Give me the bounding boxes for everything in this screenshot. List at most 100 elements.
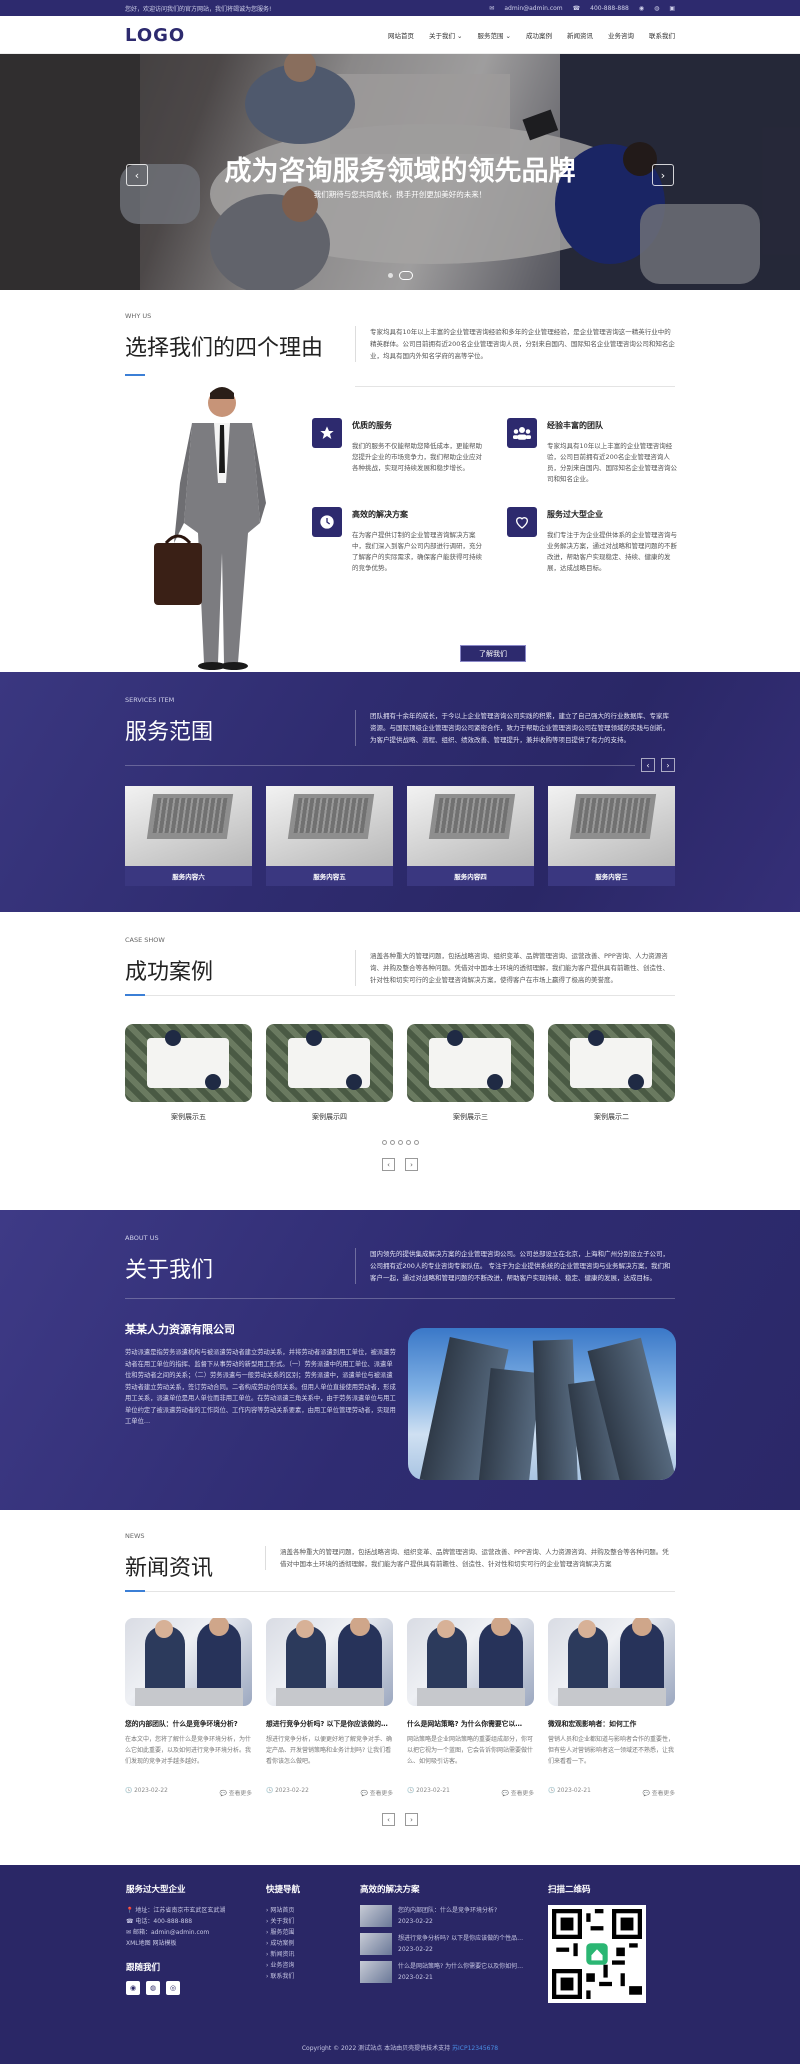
- weibo-icon[interactable]: ◉: [126, 1981, 140, 1995]
- nav-services[interactable]: 服务范围 ⌄: [477, 30, 511, 40]
- cart-icon[interactable]: ▣: [669, 5, 675, 12]
- footer-link[interactable]: › 服务范围: [266, 1927, 360, 1938]
- section-title: 关于我们: [125, 1258, 214, 1283]
- site-footer: 服务过大型企业 📍 地址：江苏省南京市玄武区玄武湖 ☎ 电话：400-888-8…: [0, 1865, 800, 2064]
- banner-dot-active[interactable]: [398, 271, 413, 280]
- service-image: [266, 786, 393, 866]
- topbar-phone: 400-888-888: [590, 4, 629, 12]
- service-card[interactable]: 服务内容四: [407, 786, 534, 886]
- banner-dot[interactable]: [387, 273, 393, 278]
- news-image: [125, 1618, 252, 1706]
- news-card[interactable]: 想进行竞争分析吗? 以下是你应该做的… 想进行竞争分析，以便更好地了解竞争对手、…: [266, 1618, 393, 1797]
- footer-link[interactable]: › 网站首页: [266, 1905, 360, 1916]
- section-en-title: ABOUT US: [125, 1234, 159, 1242]
- article-thumb: [360, 1933, 392, 1955]
- footer-article[interactable]: 您的内部团队：什么是竞争环境分析? 2023-02-22: [360, 1905, 548, 1927]
- news-image: [407, 1618, 534, 1706]
- nav-cases[interactable]: 成功案例: [526, 30, 552, 40]
- case-card[interactable]: 案例展示四: [266, 1024, 393, 1122]
- service-card[interactable]: 服务内容五: [266, 786, 393, 886]
- service-caption: 服务内容四: [407, 866, 534, 886]
- nav-home[interactable]: 网站首页: [388, 30, 414, 40]
- footer-link[interactable]: › 新闻资讯: [266, 1949, 360, 1960]
- case-caption: 案例展示二: [594, 1113, 629, 1121]
- news-card[interactable]: 什么是网站策略? 为什么你需要它以… 网站策略是企业网站策略的重要组成部分，你可…: [407, 1618, 534, 1797]
- banner-prev-button[interactable]: ‹: [126, 164, 148, 186]
- nav-news[interactable]: 新闻资讯: [567, 30, 593, 40]
- case-image: [548, 1024, 675, 1102]
- cases-prev-button[interactable]: ‹: [382, 1158, 395, 1171]
- news-title[interactable]: 想进行竞争分析吗? 以下是你应该做的…: [266, 1718, 393, 1728]
- qq-icon[interactable]: ◎: [166, 1981, 180, 1995]
- case-card[interactable]: 案例展示三: [407, 1024, 534, 1122]
- services-section: SERVICES ITEM 服务范围 团队拥有十余年的成长，于今以上企业管理咨询…: [0, 672, 800, 912]
- feature-item: 优质的服务 我们的服务不仅能帮助您降低成本，更能帮助您提升企业的市场竞争力，我们…: [312, 418, 487, 485]
- services-next-button[interactable]: ›: [661, 758, 675, 772]
- team-icon: [507, 418, 537, 448]
- site-logo[interactable]: LOGO: [125, 25, 185, 46]
- pager-dot[interactable]: [397, 1140, 403, 1145]
- nav-consult[interactable]: 业务咨询: [608, 30, 634, 40]
- feature-item: 服务过大型企业 我们专注于为企业提供体系的企业管理咨询与业务解决方案，通过对战略…: [507, 507, 682, 574]
- article-date: 2023-02-21: [398, 1974, 433, 1981]
- news-next-button[interactable]: ›: [405, 1813, 418, 1826]
- news-more-link[interactable]: 💬 查看更多: [361, 1788, 393, 1797]
- service-card[interactable]: 服务内容三: [548, 786, 675, 886]
- footer-article[interactable]: 想进行竞争分析吗? 以下是你应该做的个性品… 2023-02-22: [360, 1933, 548, 1955]
- news-title[interactable]: 微观和宏观影响者：如何工作: [548, 1718, 675, 1728]
- section-desc: 国内领先的提供集成解决方案的企业管理咨询公司。公司总部设立在北京，上海和广州分别…: [355, 1248, 675, 1284]
- footer-articles: 高效的解决方案 您的内部团队：什么是竞争环境分析? 2023-02-22 想进行竞…: [360, 1883, 548, 2003]
- case-card[interactable]: 案例展示五: [125, 1024, 252, 1122]
- footer-phone: ☎ 电话：400-888-888: [126, 1918, 193, 1925]
- news-title[interactable]: 什么是网站策略? 为什么你需要它以…: [407, 1718, 534, 1728]
- wechat-icon[interactable]: ◍: [654, 5, 659, 12]
- section-desc: 涵盖各种重大的管理问题，包括战略咨询、组织变革、品牌管理咨询、运营改善、PPP咨…: [355, 950, 675, 986]
- footer-contact: 服务过大型企业 📍 地址：江苏省南京市玄武区玄武湖 ☎ 电话：400-888-8…: [126, 1883, 266, 2003]
- service-card[interactable]: 服务内容六: [125, 786, 252, 886]
- nav-contact[interactable]: 联系我们: [649, 30, 675, 40]
- service-caption: 服务内容六: [125, 866, 252, 886]
- news-card[interactable]: 微观和宏观影响者：如何工作 营销人员和企业都知道与影响者合作的重要性，但有些人对…: [548, 1618, 675, 1797]
- topbar-email[interactable]: admin@admin.com: [504, 5, 562, 12]
- weibo-icon[interactable]: ◉: [639, 5, 644, 12]
- footer-link[interactable]: › 业务咨询: [266, 1960, 360, 1971]
- nav-about[interactable]: 关于我们 ⌄: [429, 30, 463, 40]
- case-image: [266, 1024, 393, 1102]
- learn-more-button[interactable]: 了解我们: [460, 645, 526, 662]
- banner-next-button[interactable]: ›: [652, 164, 674, 186]
- section-desc: 团队拥有十余年的成长，于今以上企业管理咨询公司实践的积累，建立了自己强大的行业数…: [355, 710, 675, 746]
- news-more-link[interactable]: 💬 查看更多: [502, 1788, 534, 1797]
- cases-next-button[interactable]: ›: [405, 1158, 418, 1171]
- news-more-link[interactable]: 💬 查看更多: [220, 1788, 252, 1797]
- welcome-text: 您好，欢迎访问我们的官方网站，我们将竭诚为您服务!: [125, 5, 272, 13]
- icp-link[interactable]: 苏ICP12345678: [452, 2045, 498, 2052]
- section-title: 成功案例: [125, 960, 214, 985]
- pager-dot[interactable]: [405, 1140, 411, 1145]
- footer-link[interactable]: › 成功案例: [266, 1938, 360, 1949]
- clock-icon: [312, 507, 342, 537]
- pager-dot[interactable]: [389, 1140, 395, 1145]
- news-card[interactable]: 您的内部团队：什么是竞争环境分析? 在本文中，您将了解什么是竞争环境分析，为什么…: [125, 1618, 252, 1797]
- services-prev-button[interactable]: ‹: [641, 758, 655, 772]
- news-desc: 在本文中，您将了解什么是竞争环境分析，为什么它如此重要，以及如何进行竞争环境分析…: [125, 1736, 252, 1765]
- cases-list: 案例展示五 案例展示四 案例展示三 案例展示二: [125, 1024, 675, 1122]
- section-title: 新闻资讯: [125, 1556, 214, 1581]
- section-desc: 涵盖各种重大的管理问题，包括战略咨询、组织变革、品牌管理咨询、运营改善、PPP咨…: [265, 1546, 675, 1570]
- news-prev-button[interactable]: ‹: [382, 1813, 395, 1826]
- footer-link[interactable]: › 关于我们: [266, 1916, 360, 1927]
- case-card[interactable]: 案例展示二: [548, 1024, 675, 1122]
- news-more-link[interactable]: 💬 查看更多: [643, 1788, 675, 1797]
- wechat-icon[interactable]: ◍: [146, 1981, 160, 1995]
- footer-article[interactable]: 什么是网站策略? 为什么你需要它以及你如何… 2023-02-21: [360, 1961, 548, 1983]
- services-list: 服务内容六 服务内容五 服务内容四 服务内容三: [125, 786, 675, 886]
- case-image: [125, 1024, 252, 1102]
- feature-desc: 专家均具有10年以上丰富的企业管理咨询经验，公司目前拥有近200名企业管理咨询人…: [547, 442, 677, 483]
- news-title[interactable]: 您的内部团队：什么是竞争环境分析?: [125, 1718, 252, 1728]
- pager-dot[interactable]: [413, 1140, 419, 1145]
- pager-dot[interactable]: [381, 1140, 387, 1145]
- footer-qr: 扫描二维码: [548, 1883, 668, 2003]
- footer-link[interactable]: › 联系我们: [266, 1971, 360, 1982]
- about-section: ABOUT US 关于我们 国内领先的提供集成解决方案的企业管理咨询公司。公司总…: [0, 1210, 800, 1510]
- feature-title: 高效的解决方案: [352, 510, 408, 519]
- footer-xml-link[interactable]: XML地图 网站模板: [126, 1938, 266, 1949]
